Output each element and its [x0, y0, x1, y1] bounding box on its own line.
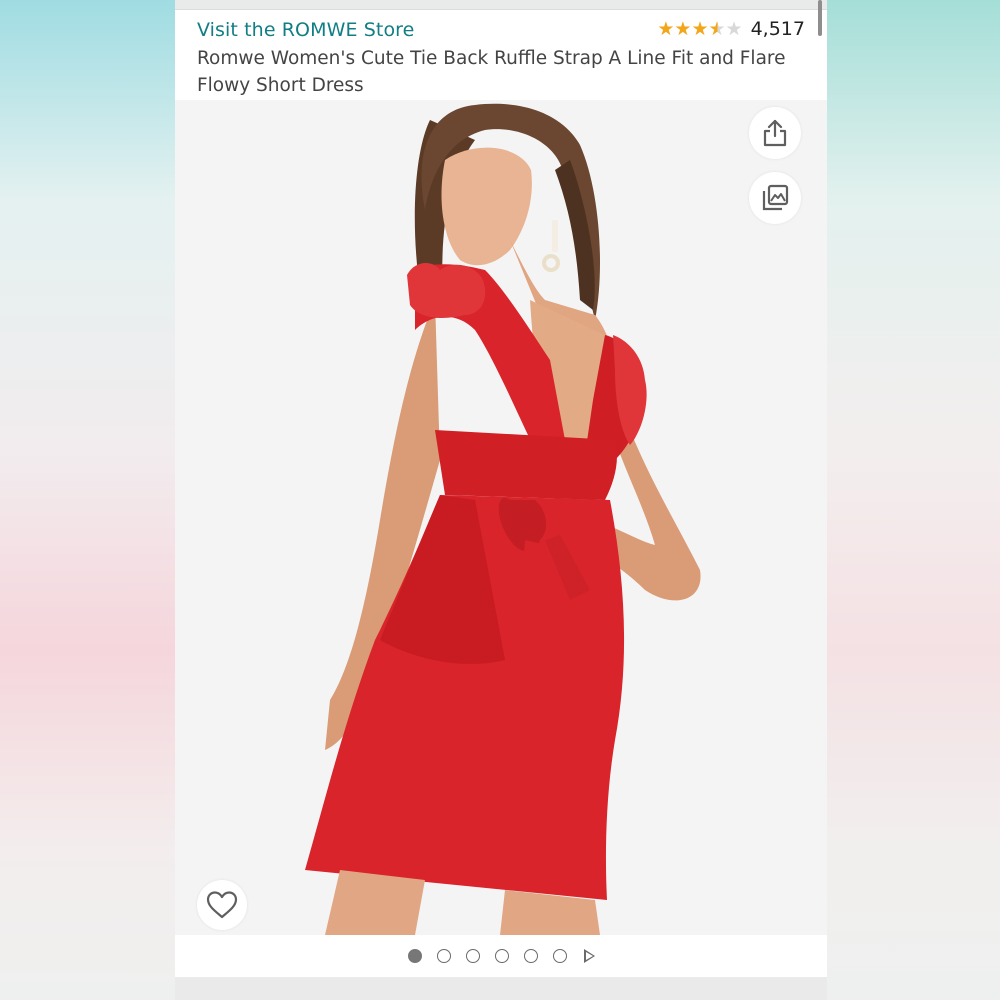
page-dot-4[interactable]	[494, 949, 509, 963]
scrollbar[interactable]	[818, 0, 822, 36]
view-images-button[interactable]	[749, 172, 801, 224]
product-title: Romwe Women's Cute Tie Back Ruffle Strap…	[197, 48, 786, 96]
play-video-icon[interactable]	[583, 949, 595, 963]
page-dot-3[interactable]	[465, 949, 480, 963]
star-icon: ★	[674, 18, 692, 40]
product-image[interactable]	[175, 100, 827, 935]
rating-summary[interactable]: ★ ★ ★ ★ ★ 4,517	[657, 18, 805, 40]
favorite-button[interactable]	[197, 880, 247, 930]
page-dot-5[interactable]	[523, 949, 538, 963]
background-left	[0, 0, 175, 1000]
empty-star-icon: ★	[725, 18, 743, 40]
background-right	[827, 0, 1000, 1000]
share-icon	[763, 119, 787, 147]
share-button[interactable]	[749, 107, 801, 159]
store-link[interactable]: Visit the ROMWE Store	[197, 19, 414, 41]
rating-count[interactable]: 4,517	[751, 18, 805, 40]
bottom-strip	[175, 977, 827, 1000]
top-strip	[175, 0, 827, 10]
product-page: Visit the ROMWE Store ★ ★ ★ ★ ★ 4,517 Ro…	[175, 0, 827, 1000]
star-icon: ★	[657, 18, 675, 40]
heart-icon	[206, 891, 238, 919]
page-dot-6[interactable]	[552, 949, 567, 963]
half-star-icon: ★	[708, 18, 726, 40]
page-dot-2[interactable]	[436, 949, 451, 963]
star-icon: ★	[691, 18, 709, 40]
product-image-gallery[interactable]	[175, 100, 827, 935]
page-dot-1[interactable]	[407, 949, 422, 963]
images-icon	[762, 184, 789, 211]
gallery-pagination	[175, 935, 827, 977]
star-rating: ★ ★ ★ ★ ★	[657, 19, 742, 39]
